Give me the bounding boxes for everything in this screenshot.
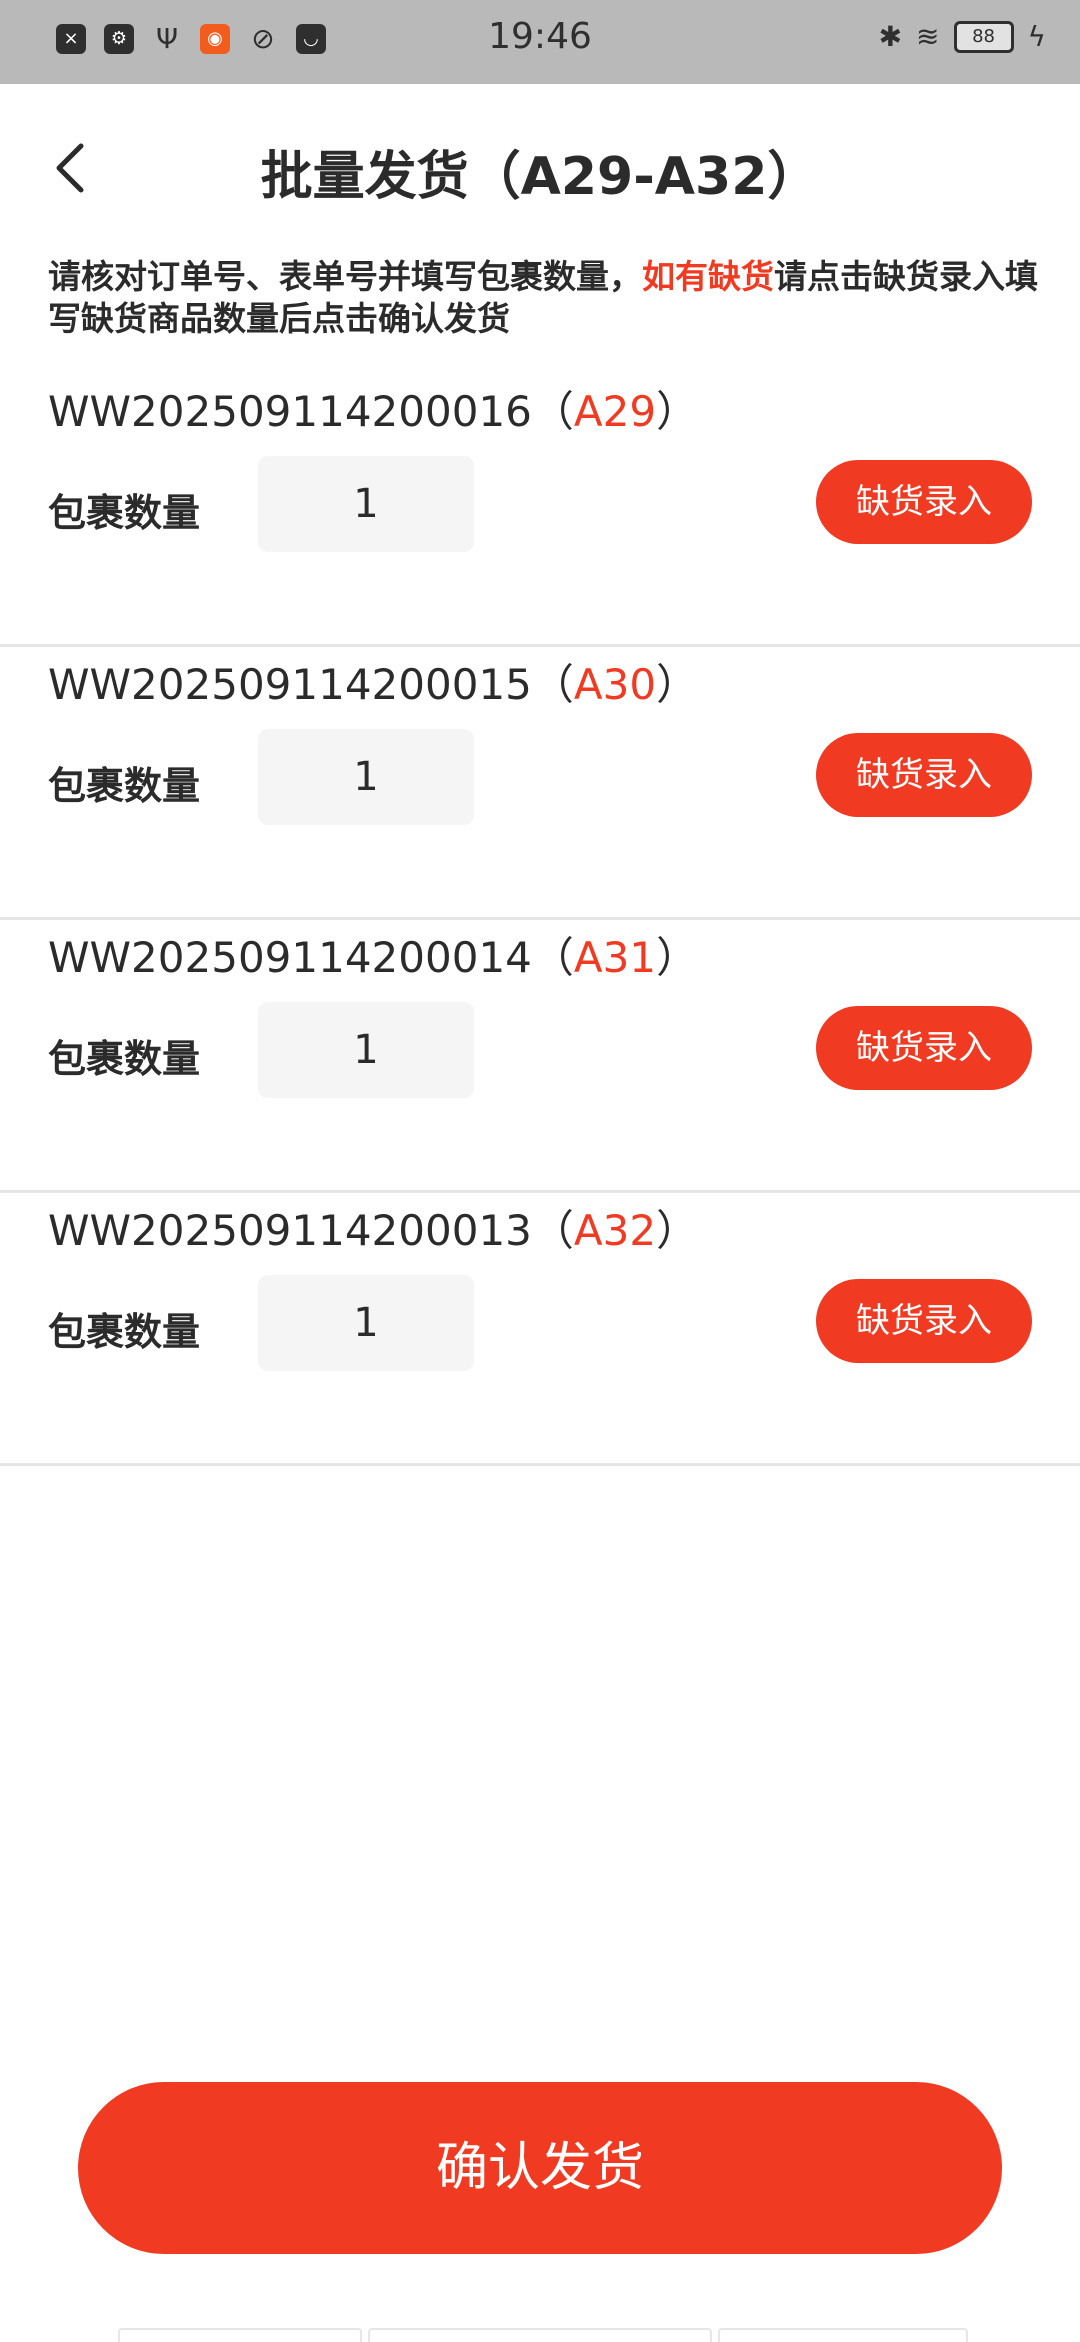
battery-icon: 88 <box>953 20 1014 53</box>
package-qty-input[interactable]: 1 <box>258 729 474 825</box>
order-card: WW202509114200013（A32） 包裹数量 1 缺货录入 <box>0 1191 1080 1466</box>
shortage-entry-button[interactable]: 缺货录入 <box>816 460 1032 544</box>
instruction-notice: 请核对订单号、表单号并填写包裹数量，如有缺货请点击缺货录入填写缺货商品数量后点击… <box>48 256 1038 340</box>
bluetooth-icon: ✱ <box>878 20 903 53</box>
order-card: WW202509114200015（A30） 包裹数量 1 缺货录入 <box>0 645 1080 920</box>
status-bar: × ⚙ Ψ ◉ ⊘ ◡ 19:46 ✱ ≋ 88 ϟ <box>0 0 1080 84</box>
order-id-text: WW202509114200013 <box>48 1206 532 1255</box>
notice-text-1: 请核对订单号、表单号并填写包裹数量， <box>48 257 642 296</box>
order-id-text: WW202509114200015 <box>48 660 532 709</box>
order-number: WW202509114200015（A30） <box>48 651 698 712</box>
shortage-entry-button[interactable]: 缺货录入 <box>816 1279 1032 1363</box>
package-qty-input[interactable]: 1 <box>258 1002 474 1098</box>
charging-icon: ϟ <box>1027 20 1046 53</box>
order-paren-open: （ <box>531 387 574 436</box>
package-qty-label: 包裹数量 <box>48 1310 201 1354</box>
order-number: WW202509114200014（A31） <box>48 924 698 985</box>
page-header: 批量发货（A29-A32） <box>0 84 1080 260</box>
order-paren-close: ） <box>656 660 699 709</box>
order-code: A30 <box>573 660 657 709</box>
order-paren-open: （ <box>531 1206 574 1255</box>
order-code: A32 <box>573 1206 657 1255</box>
battery-level: 88 <box>972 25 995 47</box>
status-system-icons: ✱ ≋ 88 ϟ <box>879 20 1046 53</box>
wifi-icon: ≋ <box>916 20 940 53</box>
order-paren-close: ） <box>656 1206 699 1255</box>
package-qty-input[interactable]: 1 <box>258 456 474 552</box>
page-title: 批量发货（A29-A32） <box>260 147 820 207</box>
package-qty-label: 包裹数量 <box>48 491 201 535</box>
order-paren-close: ） <box>656 387 699 436</box>
order-paren-close: ） <box>656 933 699 982</box>
shortage-entry-button[interactable]: 缺货录入 <box>816 1006 1032 1090</box>
order-id-text: WW202509114200016 <box>48 387 532 436</box>
order-number: WW202509114200016（A29） <box>48 378 698 439</box>
package-qty-input[interactable]: 1 <box>258 1275 474 1371</box>
order-number: WW202509114200013（A32） <box>48 1197 698 1258</box>
order-code: A29 <box>573 387 657 436</box>
shortage-entry-button[interactable]: 缺货录入 <box>816 733 1032 817</box>
order-id-text: WW202509114200014 <box>48 933 532 982</box>
order-code: A31 <box>573 933 657 982</box>
notice-highlight: 如有缺货 <box>642 257 774 296</box>
order-card: WW202509114200016（A29） 包裹数量 1 缺货录入 <box>0 372 1080 647</box>
order-paren-open: （ <box>531 660 574 709</box>
confirm-ship-button[interactable]: 确认发货 <box>78 2082 1002 2254</box>
package-qty-label: 包裹数量 <box>48 1037 201 1081</box>
order-card: WW202509114200014（A31） 包裹数量 1 缺货录入 <box>0 918 1080 1193</box>
package-qty-label: 包裹数量 <box>48 764 201 808</box>
order-paren-open: （ <box>531 933 574 982</box>
